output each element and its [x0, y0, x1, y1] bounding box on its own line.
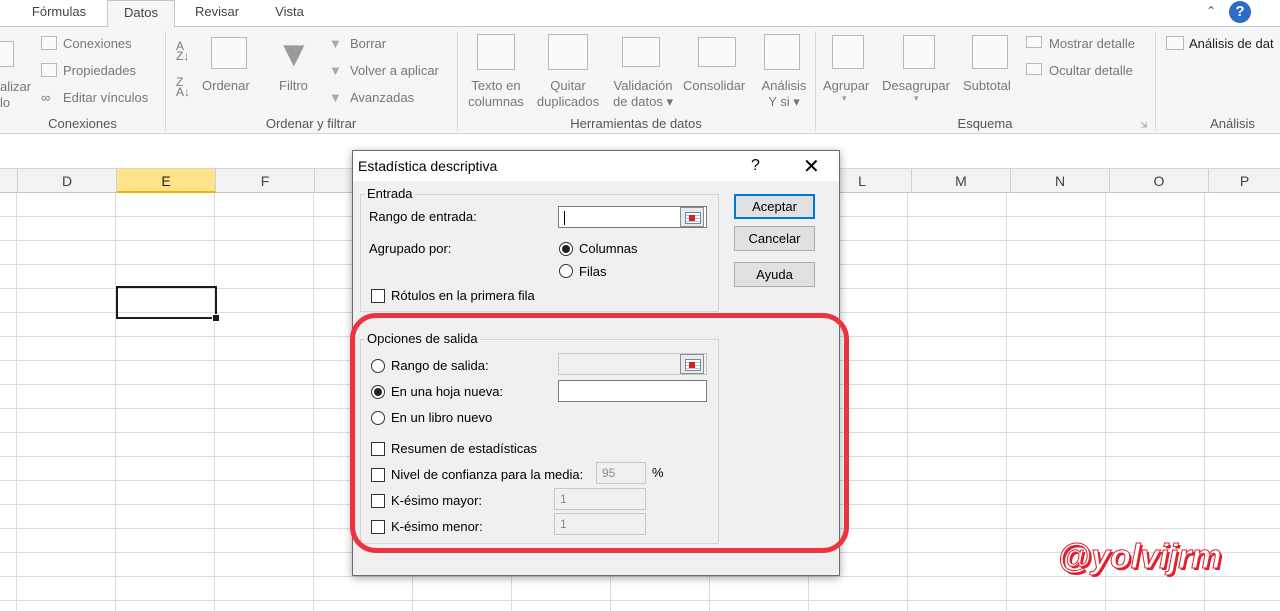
group-button[interactable]: Agrupar [823, 78, 869, 93]
output-options-highlight [350, 313, 849, 553]
col-header-p[interactable]: P [1209, 169, 1280, 193]
tab-formulas[interactable]: Fórmulas [18, 0, 100, 26]
col-header-m[interactable]: M [912, 169, 1011, 193]
data-validation-icon [622, 37, 660, 67]
refresh-all-label[interactable]: alizar [0, 79, 31, 94]
data-validation-button[interactable]: Validación de datos ▾ [608, 78, 678, 110]
sort-dialog-icon [211, 37, 247, 69]
group-label-analisis: Análisis [1210, 116, 1255, 131]
rows-label[interactable]: Filas [579, 264, 606, 279]
tab-revisar[interactable]: Revisar [182, 0, 252, 26]
what-if-button[interactable]: Análisis Y si ▾ [755, 78, 813, 110]
remove-duplicates-icon [548, 34, 588, 70]
group-label-esquema: Esquema [957, 116, 1013, 131]
close-icon[interactable]: ✕ [803, 154, 820, 179]
input-legend: Entrada [365, 186, 415, 201]
edit-links-button[interactable]: Editar vínculos [63, 90, 148, 105]
connections-button[interactable]: Conexiones [63, 36, 132, 51]
sort-az-icon[interactable]: A Z↓ [176, 40, 189, 62]
cancel-button[interactable]: Cancelar [734, 226, 815, 251]
hide-detail-button[interactable]: Ocultar detalle [1049, 63, 1133, 78]
ungroup-icon [903, 35, 935, 69]
dialog-title: Estadística descriptiva [358, 158, 498, 174]
col-header-e[interactable]: E [117, 169, 216, 193]
group-label-herramientas: Herramientas de datos [570, 116, 702, 131]
link-icon: ∞ [41, 90, 51, 105]
data-analysis-button[interactable]: Análisis de dat [1189, 36, 1274, 51]
col-header-o[interactable]: O [1110, 169, 1209, 193]
tab-vista[interactable]: Vista [262, 0, 317, 26]
radio-rows[interactable] [559, 264, 573, 278]
clear-filter-icon: ▼ [329, 36, 342, 51]
group-label-ordenar: Ordenar y filtrar [265, 116, 357, 131]
refresh-all-icon[interactable] [0, 41, 14, 67]
what-if-icon [764, 34, 800, 70]
labels-first-row-label[interactable]: Rótulos en la primera fila [391, 288, 535, 303]
sort-za-icon[interactable]: Z A↓ [176, 76, 190, 98]
advanced-filter-icon: ▼ [329, 90, 342, 105]
ungroup-dropdown-icon[interactable]: ▾ [914, 93, 919, 104]
consolidate-button[interactable]: Consolidar [683, 78, 745, 93]
active-cell[interactable] [116, 286, 220, 322]
range-picker-icon[interactable] [680, 207, 704, 227]
ribbon-tab-bar: Fórmulas Datos Revisar Vista ⌃ ? [0, 0, 1280, 27]
watermark: @yolvijrm [1058, 538, 1223, 577]
filter-button[interactable]: Filtro [279, 78, 308, 93]
properties-button[interactable]: Propiedades [63, 63, 136, 78]
clear-button[interactable]: Borrar [350, 36, 386, 51]
show-detail-icon [1026, 36, 1042, 48]
col-header-f[interactable]: F [216, 169, 315, 193]
ribbon: alizar lo Conexiones Propiedades ∞ Edita… [0, 26, 1280, 134]
remove-duplicates-button[interactable]: Quitar duplicados [532, 78, 604, 110]
help-icon[interactable]: ? [1229, 1, 1251, 23]
grouped-by-label: Agrupado por: [369, 241, 452, 256]
collapse-ribbon-icon[interactable]: ⌃ [1206, 4, 1216, 18]
labels-first-row-checkbox[interactable] [371, 289, 385, 303]
input-range-label: Rango de entrada: [369, 209, 477, 224]
refresh-all-label-2[interactable]: lo [0, 95, 10, 110]
subtotal-button[interactable]: Subtotal [963, 78, 1011, 93]
text-to-columns-icon [477, 34, 515, 70]
help-dialog-button[interactable]: Ayuda [734, 262, 815, 287]
columns-label[interactable]: Columnas [579, 241, 638, 256]
group-label-conexiones: Conexiones [48, 116, 117, 131]
data-analysis-icon [1166, 36, 1184, 50]
subtotal-icon [972, 35, 1008, 69]
reapply-icon: ▼ [329, 63, 342, 78]
col-header-n[interactable]: N [1011, 169, 1110, 193]
ungroup-button[interactable]: Desagrupar [882, 78, 950, 93]
reapply-button[interactable]: Volver a aplicar [350, 63, 439, 78]
hide-detail-icon [1026, 63, 1042, 75]
dialog-title-bar[interactable]: Estadística descriptiva ? ✕ [353, 151, 839, 181]
outline-launcher-icon[interactable]: ⇲ [1140, 120, 1148, 131]
radio-columns[interactable] [559, 242, 573, 256]
tab-datos[interactable]: Datos [107, 0, 175, 27]
corner-cell[interactable] [0, 169, 18, 193]
group-icon [832, 35, 864, 69]
consolidate-icon [698, 37, 736, 67]
help-button[interactable]: ? [751, 157, 760, 175]
group-dropdown-icon[interactable]: ▾ [842, 93, 847, 104]
advanced-button[interactable]: Avanzadas [350, 90, 414, 105]
show-detail-button[interactable]: Mostrar detalle [1049, 36, 1135, 51]
text-to-columns-button[interactable]: Texto en columnas [464, 78, 528, 110]
accept-button[interactable]: Aceptar [734, 194, 815, 219]
filter-icon: ▼ [276, 33, 312, 74]
col-header-d[interactable]: D [18, 169, 117, 193]
connections-icon [41, 36, 57, 50]
sort-button[interactable]: Ordenar [202, 78, 250, 93]
properties-icon [41, 63, 57, 77]
